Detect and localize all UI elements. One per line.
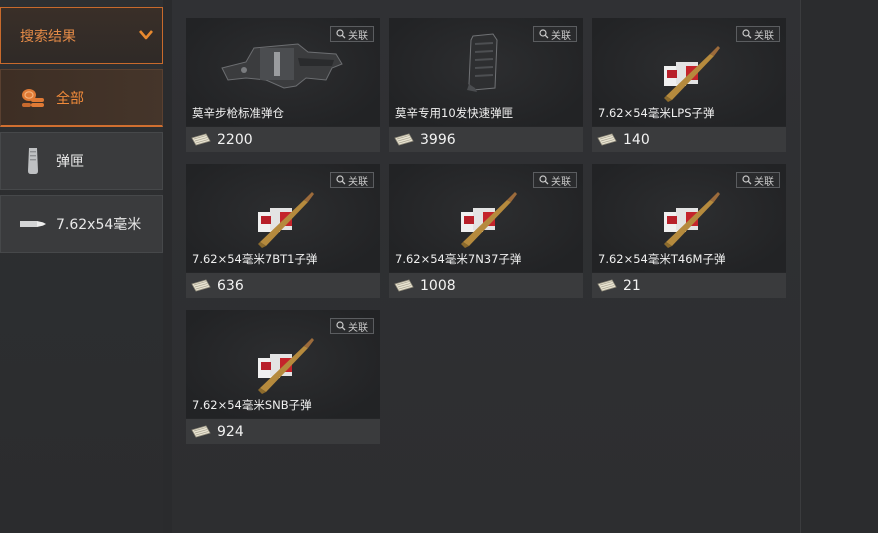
related-button[interactable]: 关联 [330,26,374,42]
item-card[interactable]: 关联 7.62×54毫米7N37子弹 1008 [389,164,583,298]
related-label: 关联 [348,322,368,334]
item-card[interactable]: 关联 7.62×54毫米SNB子弹 924 [186,310,380,444]
item-name: 7.62×54毫米SNB子弹 [192,398,312,412]
bullet-icon [19,210,47,238]
price-bar: 636 [186,273,380,298]
related-label: 关联 [348,176,368,188]
item-price: 636 [217,277,244,294]
related-button[interactable]: 关联 [533,26,577,42]
coins-icon [19,84,47,112]
item-card[interactable]: 关联 7.62×54毫米T46M子弹 21 [592,164,786,298]
item-price: 2200 [217,131,253,148]
cash-icon [597,279,617,292]
cash-icon [191,279,211,292]
search-icon [539,175,549,185]
related-button[interactable]: 关联 [736,26,780,42]
chevron-down-icon [139,30,153,40]
price-bar: 3996 [389,127,583,152]
item-name: 7.62×54毫米LPS子弹 [598,106,715,120]
item-card[interactable]: 关联 莫辛步枪标准弹仓 2200 [186,18,380,152]
item-card[interactable]: 关联 7.62×54毫米7BT1子弹 636 [186,164,380,298]
item-price: 3996 [420,131,456,148]
search-icon [539,29,549,39]
related-button[interactable]: 关联 [330,318,374,334]
item-card[interactable]: 关联 7.62×54毫米LPS子弹 140 [592,18,786,152]
item-price: 21 [623,277,641,294]
item-grid: 关联 莫辛步枪标准弹仓 2200 关联 莫辛专用10发快速弹匣 3996 关联 … [172,0,800,533]
search-icon [742,29,752,39]
category-762x54[interactable]: 7.62x54毫米 [0,195,163,253]
category-sidebar: 搜索结果 全部 弹匣 7.62x54毫米 [0,0,163,533]
price-bar: 140 [592,127,786,152]
item-name: 7.62×54毫米7BT1子弹 [192,252,318,266]
price-bar: 924 [186,419,380,444]
cash-icon [394,279,414,292]
category-762x54-label: 7.62x54毫米 [56,217,142,233]
search-icon [336,321,346,331]
cash-icon [394,133,414,146]
category-all-label: 全部 [56,90,84,107]
cash-icon [191,425,211,438]
search-icon [336,29,346,39]
search-results-label: 搜索结果 [20,28,76,45]
cash-icon [597,133,617,146]
item-name: 7.62×54毫米7N37子弹 [395,252,522,266]
price-bar: 2200 [186,127,380,152]
related-label: 关联 [754,176,774,188]
item-price: 1008 [420,277,456,294]
related-label: 关联 [348,30,368,42]
related-label: 关联 [551,176,571,188]
related-label: 关联 [754,30,774,42]
related-button[interactable]: 关联 [533,172,577,188]
price-bar: 21 [592,273,786,298]
related-button[interactable]: 关联 [330,172,374,188]
related-button[interactable]: 关联 [736,172,780,188]
search-icon [336,175,346,185]
item-price: 140 [623,131,650,148]
search-results-header[interactable]: 搜索结果 [0,7,163,64]
related-label: 关联 [551,30,571,42]
category-all[interactable]: 全部 [0,69,163,127]
right-panel [800,0,878,533]
item-name: 莫辛专用10发快速弹匣 [395,106,514,120]
item-card[interactable]: 关联 莫辛专用10发快速弹匣 3996 [389,18,583,152]
magazine-icon [19,147,47,175]
cash-icon [191,133,211,146]
price-bar: 1008 [389,273,583,298]
item-name: 莫辛步枪标准弹仓 [192,106,284,120]
item-price: 924 [217,423,244,440]
category-magazine[interactable]: 弹匣 [0,132,163,190]
category-magazine-label: 弹匣 [56,154,84,170]
search-icon [742,175,752,185]
item-name: 7.62×54毫米T46M子弹 [598,252,726,266]
